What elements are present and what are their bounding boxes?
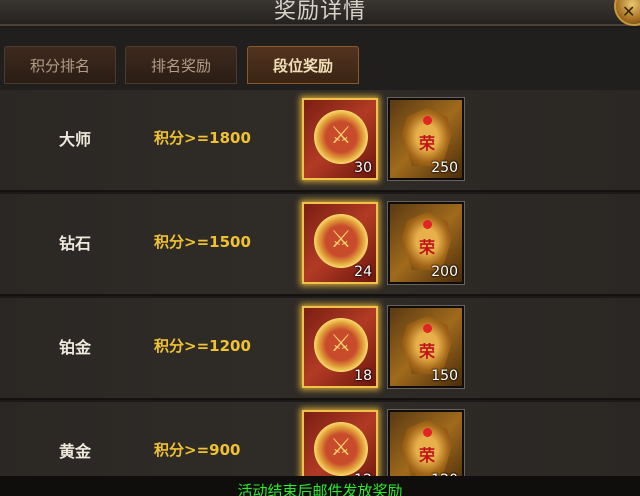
window-title: 奖励详情 bbox=[273, 0, 366, 24]
badge-reward-item[interactable]: 荣 150 bbox=[387, 305, 465, 389]
crossed-swords-coin-icon: ⚔ bbox=[314, 318, 368, 372]
coin-reward-item[interactable]: ⚔ 24 bbox=[302, 202, 378, 284]
tab-points-ranking[interactable]: 积分排名 bbox=[4, 46, 116, 84]
coin-reward-item[interactable]: ⚔ 12 bbox=[302, 410, 378, 476]
item-count: 200 bbox=[431, 264, 458, 280]
reward-row: 铂金 积分>=1200 ⚔ 18 荣 150 bbox=[0, 298, 640, 400]
honor-emblem-icon: 荣 bbox=[402, 212, 452, 270]
honor-emblem-icon: 荣 bbox=[402, 108, 452, 166]
crossed-swords-coin-icon: ⚔ bbox=[314, 110, 368, 164]
reward-row: 黄金 积分>=900 ⚔ 12 荣 120 bbox=[0, 402, 640, 476]
badge-reward-item[interactable]: 荣 250 bbox=[387, 97, 465, 181]
points-requirement: 积分>=1800 bbox=[154, 129, 251, 147]
badge-reward-item[interactable]: 荣 120 bbox=[387, 409, 465, 476]
rank-name: 大师 bbox=[58, 130, 91, 149]
rank-name: 黄金 bbox=[58, 442, 91, 461]
rank-name: 铂金 bbox=[58, 338, 91, 357]
tab-bar: 积分排名 排名奖励 段位奖励 bbox=[0, 28, 640, 90]
points-requirement: 积分>=900 bbox=[154, 441, 241, 459]
item-count: 150 bbox=[431, 368, 458, 384]
coin-reward-item[interactable]: ⚔ 30 bbox=[302, 98, 378, 180]
reward-list[interactable]: 大师 积分>=1800 ⚔ 30 荣 250 钻石 积分>=1500 ⚔ 24 … bbox=[0, 90, 640, 476]
close-icon: ✕ bbox=[622, 2, 636, 21]
coin-reward-item[interactable]: ⚔ 18 bbox=[302, 306, 378, 388]
points-requirement: 积分>=1500 bbox=[154, 233, 251, 251]
crossed-swords-coin-icon: ⚔ bbox=[314, 422, 368, 476]
item-count: 30 bbox=[354, 160, 372, 176]
crossed-swords-coin-icon: ⚔ bbox=[314, 214, 368, 268]
window-title-bar: 奖励详情 ✕ bbox=[0, 0, 640, 26]
tab-tier-rewards[interactable]: 段位奖励 bbox=[247, 46, 359, 84]
rank-name: 钻石 bbox=[58, 234, 91, 253]
item-count: 250 bbox=[431, 160, 458, 176]
item-count: 24 bbox=[354, 264, 372, 280]
reward-row: 钻石 积分>=1500 ⚔ 24 荣 200 bbox=[0, 194, 640, 296]
honor-emblem-icon: 荣 bbox=[402, 316, 452, 374]
reward-row: 大师 积分>=1800 ⚔ 30 荣 250 bbox=[0, 90, 640, 192]
reward-notice: 活动结束后邮件发放奖励 bbox=[0, 476, 640, 496]
badge-reward-item[interactable]: 荣 200 bbox=[387, 201, 465, 285]
tab-ranking-rewards[interactable]: 排名奖励 bbox=[125, 46, 237, 84]
points-requirement: 积分>=1200 bbox=[154, 337, 251, 355]
item-count: 18 bbox=[354, 368, 372, 384]
honor-emblem-icon: 荣 bbox=[402, 420, 452, 476]
